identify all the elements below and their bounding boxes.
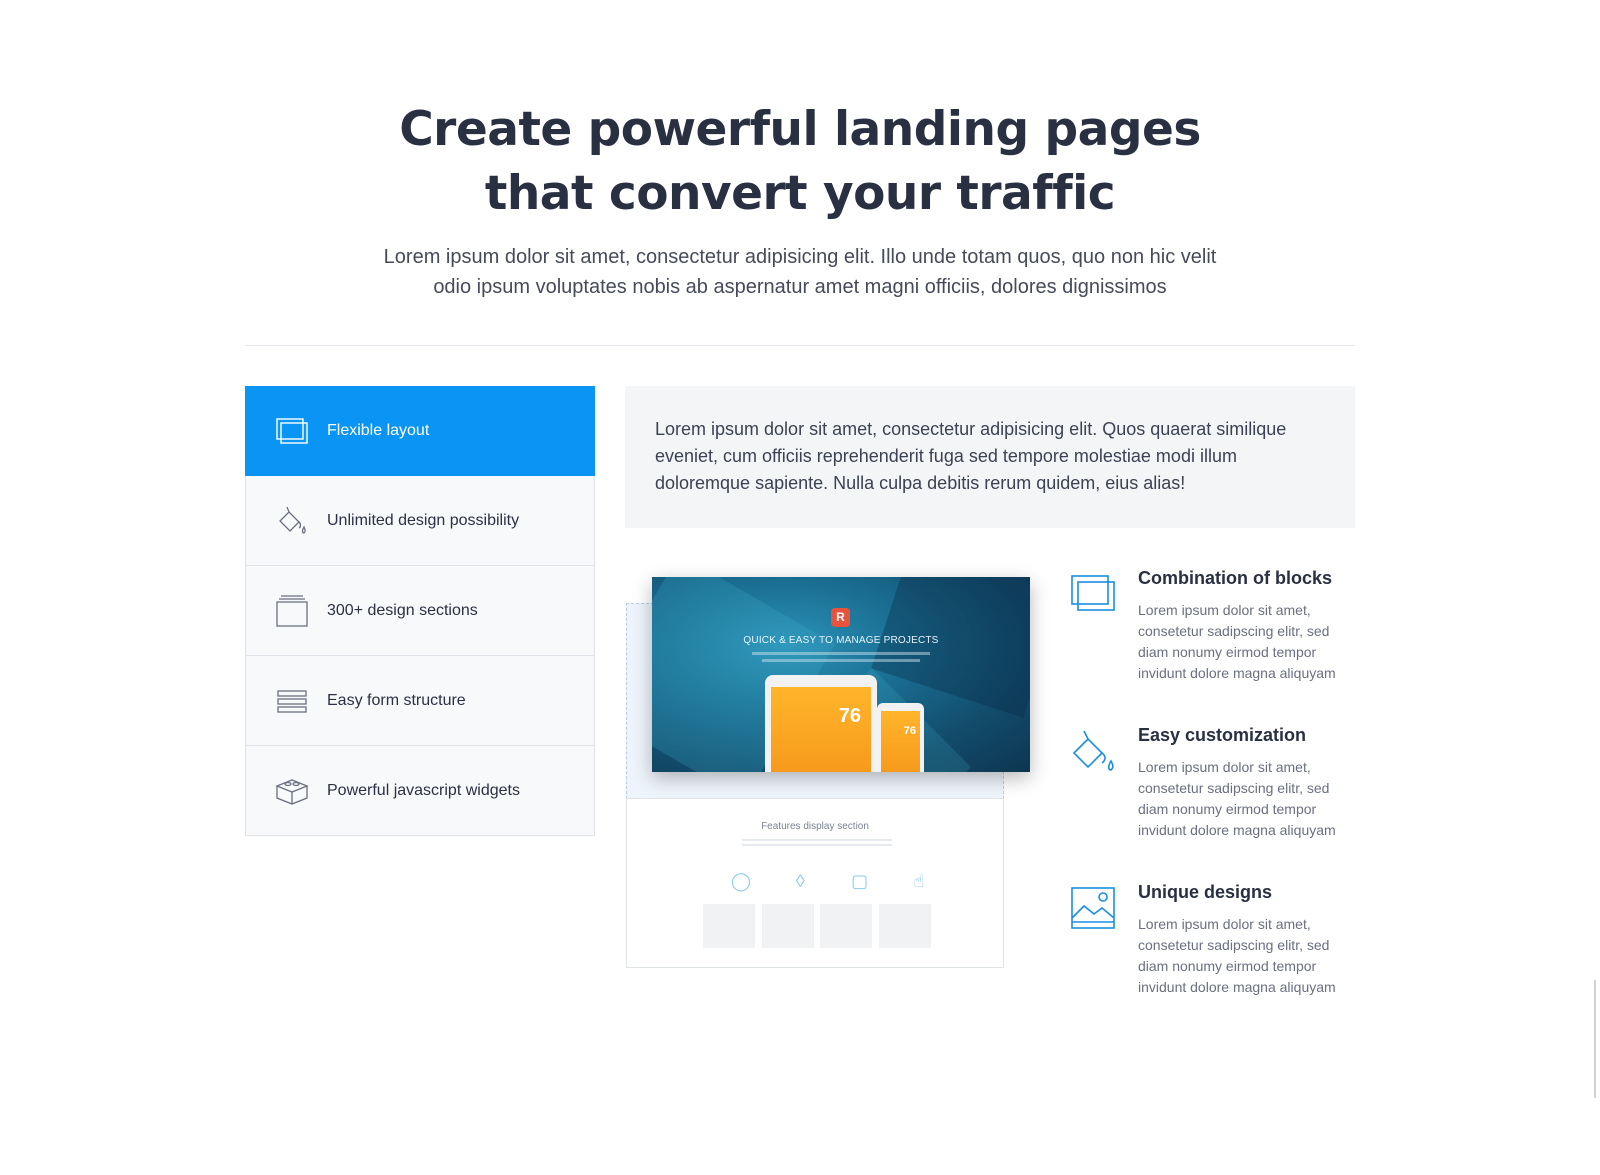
page-title: Create powerful landing pages that conve… <box>0 98 1600 226</box>
box-icon: ▢ <box>851 871 869 891</box>
mockup-hero-screenshot: R QUICK & EASY TO MANAGE PROJECTS 76 76 <box>652 577 1030 772</box>
tab-label: Easy form structure <box>327 691 466 709</box>
phone-temperature: 76 <box>903 725 916 737</box>
thumbs-up-icon: ☝ <box>913 871 925 891</box>
tab-form-structure[interactable]: Easy form structure <box>245 656 595 746</box>
stacked-cards-icon <box>274 593 310 629</box>
tablet-screen: 76 <box>771 687 871 772</box>
mockup-text-line <box>742 844 892 846</box>
paint-bucket-icon <box>1070 727 1120 777</box>
mockup-card <box>878 904 931 948</box>
section-divider <box>245 345 1355 346</box>
tab-label: Powerful javascript widgets <box>327 781 520 799</box>
paint-bucket-icon <box>274 503 310 539</box>
mockup-logo: R <box>831 608 850 627</box>
tab-label: Unlimited design possibility <box>327 511 520 529</box>
paint-bucket-icon: ◊ <box>795 871 805 891</box>
tab-description: Lorem ipsum dolor sit amet, consectetur … <box>625 386 1355 528</box>
scrollbar-indicator[interactable] <box>1594 980 1596 1098</box>
box-icon <box>274 773 310 809</box>
tab-javascript-widgets[interactable]: Powerful javascript widgets <box>245 746 595 836</box>
mockup-card <box>703 904 755 948</box>
mockup-tablet: 76 <box>765 675 877 772</box>
tab-label: Flexible layout <box>327 422 430 439</box>
page-title-line1: Create powerful landing pages <box>399 102 1201 157</box>
feature-title: Unique designs <box>1138 882 1273 902</box>
mockup-card <box>820 904 873 948</box>
mockup-phone: 76 <box>877 703 924 772</box>
layers-icon <box>274 413 310 449</box>
mockup-section-title: Features display section <box>761 821 869 832</box>
tab-unlimited-design[interactable]: Unlimited design possibility <box>245 476 595 566</box>
tablet-temperature: 76 <box>838 705 861 727</box>
mockup-headline: QUICK & EASY TO MANAGE PROJECTS <box>743 635 939 646</box>
mockup-text-line <box>752 652 930 655</box>
lightbulb-icon: ◯ <box>730 871 752 891</box>
feature-text: Lorem ipsum dolor sit amet, consetetur s… <box>1138 916 1336 995</box>
feature-text: Lorem ipsum dolor sit amet, consetetur s… <box>1138 759 1336 838</box>
form-lines-icon <box>274 683 310 719</box>
tab-flexible-layout[interactable]: Flexible layout <box>245 386 595 476</box>
page-title-line2: that convert your traffic <box>484 166 1116 221</box>
mockup-card <box>761 904 814 948</box>
feature-title: Easy customization <box>1138 725 1307 745</box>
mockup-card-row <box>703 904 931 948</box>
feature-tabs: Flexible layout Unlimited design possibi… <box>245 386 595 836</box>
tab-design-sections[interactable]: 300+ design sections <box>245 566 595 656</box>
mockup-text-line <box>762 659 920 662</box>
phone-screen: 76 <box>881 711 920 772</box>
mockup-features-section: Features display section ◯ ◊ ▢ ☝ <box>626 798 1004 968</box>
image-icon <box>1070 884 1120 934</box>
feature-title: Combination of blocks <box>1138 568 1333 588</box>
feature-combination-of-blocks: Combination of blocks Lorem ipsum dolor … <box>1070 568 1370 688</box>
layers-icon <box>1070 570 1120 620</box>
mockup-icon-row: ◯ ◊ ▢ ☝ <box>715 871 945 892</box>
page-subtitle: Lorem ipsum dolor sit amet, consectetur … <box>383 246 1217 298</box>
mockup-text-line <box>742 839 892 841</box>
tab-label: 300+ design sections <box>327 601 478 619</box>
feature-unique-designs: Unique designs Lorem ipsum dolor sit ame… <box>1070 882 1370 1002</box>
feature-easy-customization: Easy customization Lorem ipsum dolor sit… <box>1070 725 1370 845</box>
feature-text: Lorem ipsum dolor sit amet, consetetur s… <box>1138 602 1336 681</box>
